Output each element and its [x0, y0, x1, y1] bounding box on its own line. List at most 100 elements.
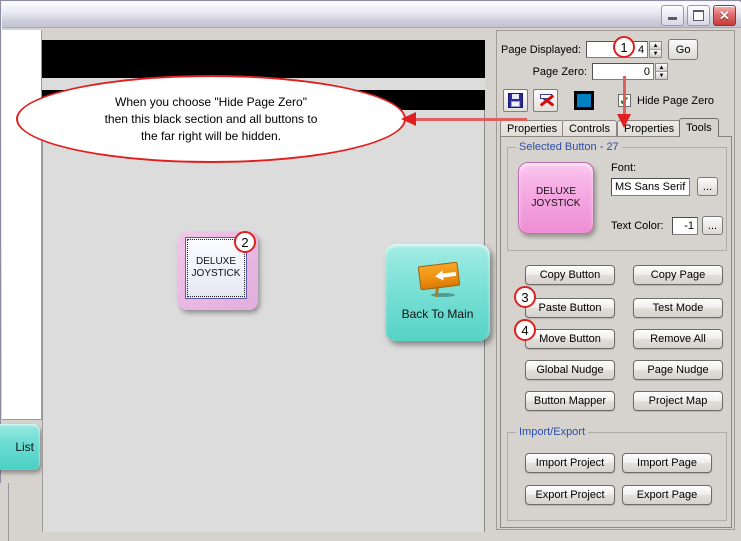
left-panel — [2, 30, 42, 420]
joystick-label-line2: JOYSTICK — [191, 268, 241, 279]
copy-button-button[interactable]: Copy Button — [525, 265, 615, 285]
minimize-button[interactable] — [661, 5, 684, 26]
back-to-main-label: Back To Main — [401, 307, 474, 321]
button-label: Page Nudge — [647, 364, 709, 376]
copy-page-button[interactable]: Copy Page — [633, 265, 723, 285]
selected-button-group-title: Selected Button - 27 — [516, 141, 622, 153]
tab-label: Properties — [624, 123, 675, 135]
text-color-label: Text Color: — [611, 220, 664, 232]
tab-properties-1[interactable]: Properties — [500, 120, 565, 137]
page-zero-label: Page Zero: — [532, 65, 587, 78]
callout-line-3: the far right will be hidden. — [140, 128, 282, 143]
project-map-button[interactable]: Project Map — [633, 391, 723, 411]
text-color-value: -1 — [684, 220, 694, 232]
annotation-callout: When you choose "Hide Page Zero" then th… — [16, 75, 406, 163]
button-label: Test Mode — [652, 302, 704, 314]
right-tool-panel: Page Displayed: 4 ▲ ▼ Go Page Zero: 0 ▲ … — [496, 30, 735, 530]
font-browse-button[interactable]: ... — [697, 177, 718, 196]
preview-label-line1: DELUXE — [535, 186, 576, 197]
import-page-button[interactable]: Import Page — [622, 453, 712, 473]
list-button[interactable]: List — [0, 424, 40, 470]
page-displayed-spinner[interactable]: ▲ ▼ — [649, 41, 663, 58]
save-button[interactable] — [503, 89, 528, 112]
color-swatch[interactable] — [574, 91, 594, 110]
button-label: Button Mapper — [533, 395, 607, 407]
tab-controls[interactable]: Controls — [562, 120, 617, 137]
spinner-up-icon[interactable]: ▲ — [650, 42, 662, 50]
move-button-button[interactable]: Move Button — [525, 329, 615, 349]
page-displayed-value: 4 — [637, 43, 645, 56]
tab-label: Tools — [686, 122, 712, 134]
callout-line-1: When you choose "Hide Page Zero" — [115, 94, 307, 109]
joystick-label-line1: DELUXE — [195, 256, 236, 267]
title-bar: ✕ — [2, 2, 741, 28]
maximize-button[interactable] — [687, 5, 710, 26]
page-nudge-button[interactable]: Page Nudge — [633, 360, 723, 380]
tab-strip: Properties Controls Properties Tools — [500, 118, 732, 137]
hide-page-zero-label: Hide Page Zero — [637, 94, 715, 107]
button-label: Import Page — [637, 457, 697, 469]
button-label: Copy Page — [650, 269, 706, 281]
button-label: Project Map — [648, 395, 708, 407]
button-label: Copy Button — [539, 269, 601, 281]
button-label: Import Project — [535, 457, 605, 469]
page-zero-spinner[interactable]: ▲ ▼ — [655, 63, 668, 80]
black-section-top — [42, 40, 485, 78]
annotation-marker-1: 1 — [613, 36, 635, 58]
font-browse-label: ... — [702, 181, 713, 193]
button-label: Paste Button — [538, 302, 602, 314]
paste-button-button[interactable]: Paste Button — [525, 298, 615, 318]
global-nudge-button[interactable]: Global Nudge — [525, 360, 615, 380]
import-export-group: Import/Export Import Project Import Page… — [507, 426, 727, 521]
font-input[interactable]: MS Sans Serif — [611, 178, 690, 196]
font-value: MS Sans Serif — [615, 181, 686, 193]
window-frame: ✕ List DELUXE JOYSTICK Back To Main Page… — [0, 0, 741, 541]
annotation-marker-2: 2 — [234, 231, 256, 253]
tab-tools[interactable]: Tools — [679, 118, 719, 137]
callout-line-2: then this black section and all buttons … — [104, 111, 318, 126]
export-page-button[interactable]: Export Page — [622, 485, 712, 505]
client-area: List DELUXE JOYSTICK Back To Main Page D… — [0, 28, 741, 541]
left-edge-stub — [0, 483, 9, 541]
minimize-icon — [668, 17, 677, 20]
annotation-marker-4: 4 — [514, 319, 536, 341]
button-label: Remove All — [650, 333, 706, 345]
go-button[interactable]: Go — [668, 39, 699, 60]
page-zero-row: Page Zero: 0 ▲ ▼ — [501, 63, 668, 80]
red-x-icon — [539, 94, 553, 107]
remove-all-button[interactable]: Remove All — [633, 329, 723, 349]
selected-button-preview[interactable]: DELUXE JOYSTICK — [518, 162, 594, 234]
page-displayed-label: Page Displayed: — [501, 43, 582, 56]
selected-button-group: Selected Button - 27 DELUXE JOYSTICK Fon… — [507, 141, 727, 251]
spinner-up-icon[interactable]: ▲ — [656, 64, 667, 72]
button-mapper-button[interactable]: Button Mapper — [525, 391, 615, 411]
application-window: ✕ List DELUXE JOYSTICK Back To Main Page… — [0, 0, 741, 541]
button-label: Global Nudge — [536, 364, 604, 376]
floppy-disk-icon — [508, 93, 523, 108]
button-label: Export Page — [636, 489, 698, 501]
annotation-arrow-left — [401, 112, 527, 126]
go-button-label: Go — [675, 43, 691, 56]
page-zero-value: 0 — [643, 65, 650, 78]
import-project-button[interactable]: Import Project — [525, 453, 615, 473]
tab-label: Properties — [507, 123, 558, 135]
annotation-arrow-down — [617, 76, 631, 128]
sign-arrow-left-icon — [417, 261, 460, 298]
maximize-icon — [693, 10, 704, 21]
spinner-down-icon[interactable]: ▼ — [650, 50, 662, 57]
close-button[interactable]: ✕ — [713, 5, 736, 26]
text-color-browse-button[interactable]: ... — [702, 216, 723, 235]
tab-label: Controls — [569, 123, 610, 135]
delete-button[interactable] — [533, 89, 558, 112]
export-project-button[interactable]: Export Project — [525, 485, 615, 505]
list-button-label: List — [15, 440, 34, 454]
test-mode-button[interactable]: Test Mode — [633, 298, 723, 318]
button-label: Export Project — [535, 489, 605, 501]
window-controls: ✕ — [661, 5, 736, 26]
import-export-group-title: Import/Export — [516, 426, 589, 438]
text-color-input[interactable]: -1 — [672, 217, 698, 235]
canvas-button-back-to-main[interactable]: Back To Main — [385, 244, 490, 341]
close-icon: ✕ — [719, 8, 730, 23]
spinner-down-icon[interactable]: ▼ — [656, 72, 667, 79]
button-label: Move Button — [539, 333, 601, 345]
